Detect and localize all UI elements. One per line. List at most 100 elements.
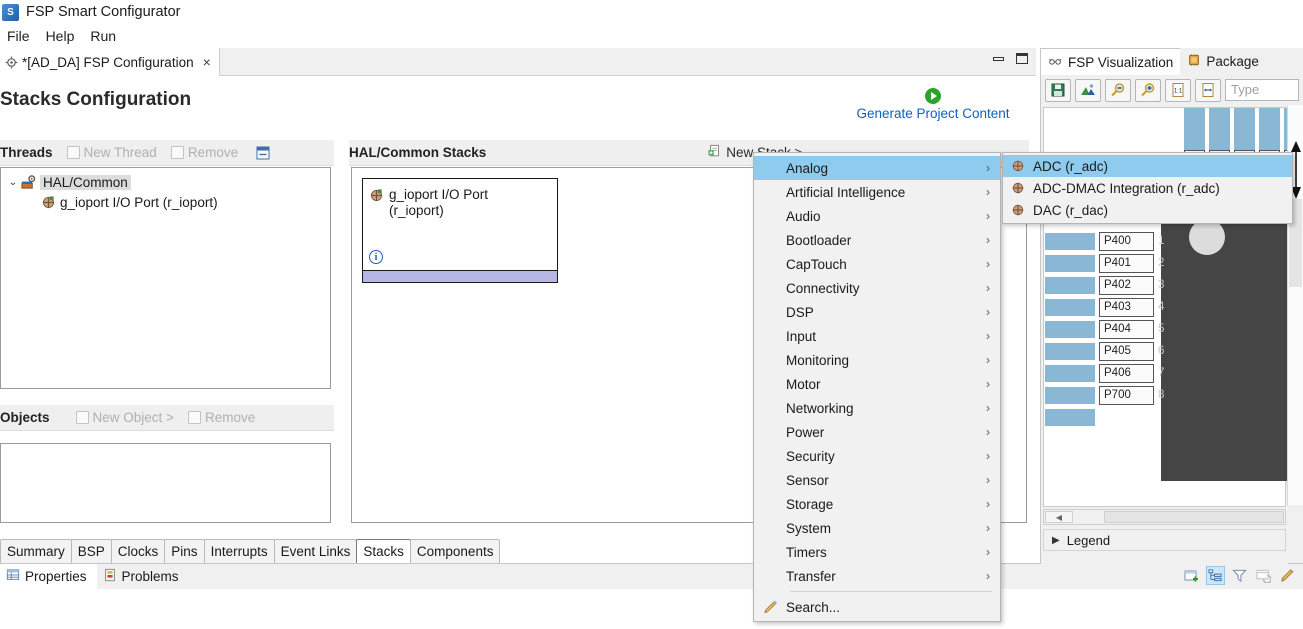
pin-P406[interactable]: P406 — [1099, 364, 1154, 383]
hscroll-thumb[interactable] — [1104, 511, 1284, 523]
menu-item-networking[interactable]: Networking › — [754, 396, 1000, 420]
new-stack-icon — [708, 144, 722, 161]
menu-item-security[interactable]: Security › — [754, 444, 1000, 468]
info-icon[interactable]: i — [369, 250, 383, 264]
menu-item-analog-label: Analog — [786, 160, 829, 176]
play-icon — [925, 88, 941, 104]
menu-item-transfer[interactable]: Transfer › — [754, 564, 1000, 588]
menu-item-motor[interactable]: Motor › — [754, 372, 1000, 396]
maximize-icon[interactable] — [1016, 53, 1028, 64]
menu-item-power[interactable]: Power › — [754, 420, 1000, 444]
zoom-out-icon[interactable] — [1105, 78, 1131, 102]
pin-P400[interactable]: P400 — [1099, 232, 1154, 251]
menubar-run[interactable]: Run — [83, 27, 125, 46]
pin-P700[interactable]: P700 — [1099, 386, 1154, 405]
analog-submenu[interactable]: ADC (r_adc) ADC-DMAC Integration (r_adc) — [1002, 152, 1293, 224]
menu-item-artificial-intelligence-label: Artificial Intelligence — [786, 184, 906, 200]
pencil-icon[interactable] — [1278, 566, 1297, 585]
remove-object-button[interactable]: Remove — [187, 410, 255, 425]
visualization-icon — [1048, 54, 1063, 71]
pin-P401[interactable]: P401 — [1099, 254, 1154, 273]
menu-item-dsp[interactable]: DSP › — [754, 300, 1000, 324]
page-header: Stacks Configuration Generate Project Co… — [0, 82, 1036, 134]
chevron-right-icon: › — [986, 377, 990, 391]
tab-interrupts[interactable]: Interrupts — [203, 539, 275, 563]
tab-stacks[interactable]: Stacks — [356, 539, 411, 563]
menu-item-bootloader[interactable]: Bootloader › — [754, 228, 1000, 252]
save-image-icon[interactable] — [1045, 78, 1071, 102]
menu-item-connectivity[interactable]: Connectivity › — [754, 276, 1000, 300]
new-object-button[interactable]: New Object > — [75, 410, 174, 425]
menubar-help[interactable]: Help — [39, 27, 84, 46]
new-stack-context-menu[interactable]: Analog › Artificial Intelligence › Audio… — [753, 152, 1001, 622]
scroll-left-icon[interactable]: ◀ — [1045, 511, 1073, 523]
tree-row[interactable]: g_ioport I/O Port (r_ioport) — [1, 192, 330, 212]
menu-item-input-label: Input — [786, 328, 817, 344]
objects-list[interactable] — [0, 443, 331, 523]
tab-fsp-visualization[interactable]: FSP Visualization — [1041, 48, 1181, 75]
filter-icon[interactable] — [1230, 566, 1249, 585]
menubar-file[interactable]: File — [0, 27, 39, 46]
menu-item-monitoring[interactable]: Monitoring › — [754, 348, 1000, 372]
menu-separator — [790, 591, 992, 592]
new-thread-button[interactable]: New Thread — [66, 145, 157, 160]
pin-P403[interactable]: P403 — [1099, 298, 1154, 317]
export-image-icon[interactable] — [1075, 78, 1101, 102]
collapse-all-icon[interactable] — [256, 146, 270, 160]
submenu-item-adc[interactable]: ADC (r_adc) — [1003, 155, 1292, 177]
close-icon[interactable]: × — [203, 55, 211, 69]
package-horizontal-scrollbar[interactable]: ◀ — [1043, 509, 1286, 525]
fit-width-icon[interactable] — [1195, 78, 1221, 102]
view-tab-properties[interactable]: Properties — [0, 564, 97, 589]
restore-icon[interactable] — [1254, 566, 1273, 585]
menu-item-artificial-intelligence[interactable]: Artificial Intelligence › — [754, 180, 1000, 204]
menu-item-search[interactable]: Search... — [754, 595, 1000, 619]
generate-project-content-button[interactable]: Generate Project Content — [838, 88, 1028, 121]
minimize-icon[interactable] — [993, 56, 1004, 61]
tree-row[interactable]: ⌄ HAL/Common — [1, 172, 330, 192]
menu-item-dsp-label: DSP — [786, 304, 814, 320]
view-tab-problems[interactable]: Problems — [97, 564, 189, 589]
pin-P404[interactable]: P404 — [1099, 320, 1154, 339]
pin-num-7: 7 — [1158, 367, 1165, 379]
tab-package[interactable]: Package — [1180, 48, 1266, 75]
menu-item-motor-label: Motor — [786, 376, 821, 392]
editor-tab-fsp-configuration[interactable]: *[AD_DA] FSP Configuration × — [0, 48, 220, 76]
legend-label: Legend — [1066, 532, 1111, 548]
menu-item-timers[interactable]: Timers › — [754, 540, 1000, 564]
menu-item-sensor[interactable]: Sensor › — [754, 468, 1000, 492]
legend-expander[interactable]: ▶ Legend — [1043, 529, 1286, 551]
tab-summary[interactable]: Summary — [0, 539, 72, 563]
menu-item-system[interactable]: System › — [754, 516, 1000, 540]
submenu-item-adc-dmac[interactable]: ADC-DMAC Integration (r_adc) — [1003, 177, 1292, 199]
menu-item-input[interactable]: Input › — [754, 324, 1000, 348]
menu-item-audio[interactable]: Audio › — [754, 204, 1000, 228]
chevron-down-icon[interactable]: ⌄ — [8, 177, 21, 188]
new-view-icon[interactable] — [1182, 566, 1201, 585]
stack-card-ioport[interactable]: g_ioport I/O Port (r_ioport) i — [362, 178, 558, 283]
module-icon — [41, 195, 56, 210]
menu-item-timers-label: Timers — [786, 544, 827, 560]
pin-P405[interactable]: P405 — [1099, 342, 1154, 361]
pin-P402[interactable]: P402 — [1099, 276, 1154, 295]
pencil-icon — [754, 600, 786, 614]
tree-view-icon[interactable] — [1206, 566, 1225, 585]
threads-tree[interactable]: ⌄ HAL/Common g_ioport I/O Port (r_ioport… — [0, 167, 331, 389]
actual-size-icon[interactable]: 1:1 — [1165, 78, 1191, 102]
menu-item-captouch[interactable]: CapTouch › — [754, 252, 1000, 276]
menu-item-analog[interactable]: Analog › — [754, 156, 1000, 180]
tab-bsp[interactable]: BSP — [70, 539, 112, 563]
properties-content-area — [0, 589, 1303, 629]
tab-pins[interactable]: Pins — [164, 539, 205, 563]
zoom-in-icon[interactable] — [1135, 78, 1161, 102]
window-controls — [993, 53, 1028, 64]
submenu-item-dac[interactable]: DAC (r_dac) — [1003, 199, 1292, 221]
tab-components[interactable]: Components — [409, 539, 501, 563]
tab-clocks[interactable]: Clocks — [110, 539, 166, 563]
remove-thread-button[interactable]: Remove — [170, 145, 238, 160]
search-input[interactable]: Type — [1225, 79, 1299, 101]
module-icon — [369, 188, 384, 219]
tab-event-links[interactable]: Event Links — [273, 539, 358, 563]
tree-node-ioport-label: g_ioport I/O Port (r_ioport) — [60, 194, 218, 210]
menu-item-storage[interactable]: Storage › — [754, 492, 1000, 516]
